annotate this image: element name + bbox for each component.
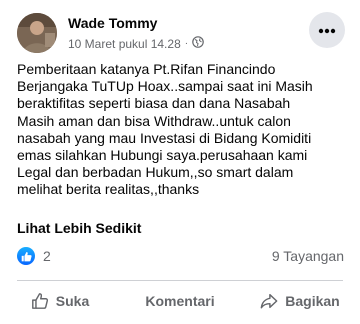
action-bar: Suka Komentari Bagikan xyxy=(0,283,360,319)
more-options-button[interactable] xyxy=(309,12,345,48)
thumbs-up-icon xyxy=(31,292,49,310)
comment-button[interactable]: Komentari xyxy=(120,283,240,319)
like-icon xyxy=(17,247,35,265)
reaction-count: 2 xyxy=(43,248,51,264)
views-count: 9 Tayangan xyxy=(271,248,344,264)
like-button[interactable]: Suka xyxy=(0,283,120,319)
more-dots-icon xyxy=(318,21,336,39)
reaction-summary[interactable]: 2 xyxy=(17,246,51,266)
avatar[interactable] xyxy=(17,13,57,53)
share-button[interactable]: Bagikan xyxy=(240,283,360,319)
share-arrow-icon xyxy=(260,292,278,310)
post-body-text: Pemberitaan katanya Pt.Rifan Financindo … xyxy=(17,61,313,198)
post-header: Wade Tommy 10 Maret pukul 14.28 · xyxy=(0,0,360,58)
like-label: Suka xyxy=(55,293,90,309)
globe-icon[interactable] xyxy=(192,36,204,51)
author-name[interactable]: Wade Tommy xyxy=(68,15,157,31)
divider xyxy=(17,280,343,281)
comment-label: Komentari xyxy=(145,293,215,309)
share-label: Bagikan xyxy=(285,293,340,309)
post-timestamp[interactable]: 10 Maret pukul 14.28 xyxy=(68,37,181,51)
see-less-link[interactable]: Lihat Lebih Sedikit xyxy=(17,220,141,236)
meta-separator: · xyxy=(184,38,189,49)
post-meta: 10 Maret pukul 14.28 · xyxy=(68,36,204,51)
